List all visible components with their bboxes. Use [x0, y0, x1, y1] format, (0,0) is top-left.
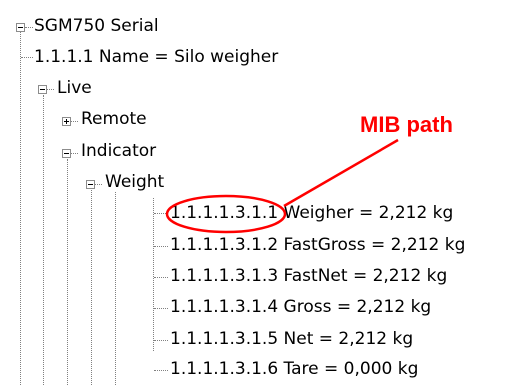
collapse-icon[interactable]	[62, 149, 71, 158]
tree-node-live[interactable]: Live	[57, 78, 92, 98]
tree-line	[154, 308, 168, 309]
tree-line	[25, 27, 33, 28]
tree-line	[154, 370, 168, 371]
tree-line	[71, 121, 78, 122]
tree-node-weight[interactable]: Weight	[105, 172, 164, 192]
tree-line	[154, 246, 168, 247]
tree-line	[21, 57, 33, 58]
tree-node-net[interactable]: 1.1.1.1.3.1.5 Net = 2,212 kg	[170, 329, 413, 349]
tree-node-remote[interactable]: Remote	[81, 109, 147, 129]
collapse-icon[interactable]	[38, 85, 47, 94]
tree-node-sgm750-serial[interactable]: SGM750 Serial	[34, 16, 159, 36]
tree-node-fastgross[interactable]: 1.1.1.1.3.1.2 FastGross = 2,212 kg	[170, 235, 465, 255]
tree-line	[95, 184, 102, 185]
tree-node-tare[interactable]: 1.1.1.1.3.1.6 Tare = 0,000 kg	[170, 359, 418, 379]
expand-icon[interactable]	[62, 117, 71, 126]
tree-line	[71, 153, 78, 154]
tree-line	[47, 89, 54, 90]
collapse-icon[interactable]	[86, 180, 95, 189]
tree-line	[43, 95, 44, 385]
tree-node-weigher[interactable]: 1.1.1.1.3.1.1 Weigher = 2,212 kg	[170, 203, 453, 223]
tree-node-fastnet[interactable]: 1.1.1.1.3.1.3 FastNet = 2,212 kg	[170, 266, 447, 286]
tree-line	[154, 277, 168, 278]
tree-line	[153, 198, 154, 351]
collapse-icon[interactable]	[16, 23, 25, 32]
tree-line	[67, 159, 68, 385]
tree-node-name[interactable]: 1.1.1.1 Name = Silo weigher	[34, 47, 278, 67]
annotation-label: MIB path	[360, 112, 453, 137]
tree-line	[154, 213, 168, 214]
tree-line	[20, 31, 21, 385]
tree-node-indicator[interactable]: Indicator	[81, 141, 156, 161]
snmp-mib-tree: SGM750 Serial 1.1.1.1 Name = Silo weighe…	[0, 0, 529, 385]
tree-node-gross[interactable]: 1.1.1.1.3.1.4 Gross = 2,212 kg	[170, 297, 431, 317]
tree-line	[115, 192, 116, 385]
tree-line	[91, 190, 92, 385]
tree-line	[154, 340, 168, 341]
